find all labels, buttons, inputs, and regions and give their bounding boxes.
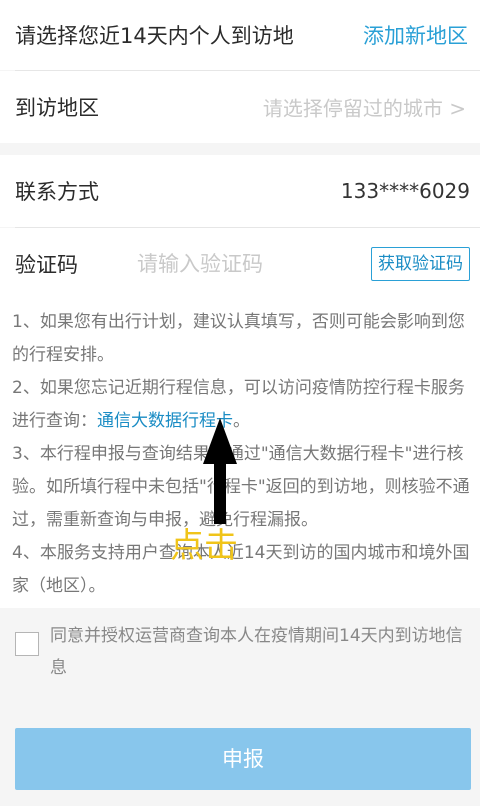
click-annotation-label: 点击 bbox=[170, 526, 238, 566]
consent-text: 同意并授权运营商查询本人在疫情期间14天内到访地信息 bbox=[50, 626, 463, 678]
get-code-button[interactable]: 获取验证码 bbox=[371, 247, 470, 281]
consent-checkbox[interactable] bbox=[15, 632, 39, 656]
consent-section: 同意并授权运营商查询本人在疫情期间14天内到访地信息 bbox=[0, 608, 480, 718]
visit-prompt-row: 请选择您近14天内个人到访地 添加新地区 bbox=[0, 0, 480, 70]
note-2: 2、如果您忘记近期行程信息，可以访问疫情防控行程卡服务进行查询：通信大数据行程卡… bbox=[12, 372, 470, 438]
contact-row: 联系方式 133****6029 bbox=[0, 155, 480, 227]
add-new-area-button[interactable]: 添加新地区 bbox=[363, 20, 468, 50]
contact-label: 联系方式 bbox=[15, 180, 99, 204]
note-4: 4、本服务支持用户查询本人近14天到访的国内城市和境外国家（地区）。 bbox=[12, 543, 470, 596]
note-3: 3、本行程申报与查询结果，通过"通信大数据行程卡"进行核验。如所填行程中未包括"… bbox=[12, 444, 470, 530]
visit-area-row[interactable]: 到访地区 请选择停留过的城市 > bbox=[0, 71, 480, 143]
note-2-suffix: 。 bbox=[233, 411, 250, 431]
notes-panel: 1、如果您有出行计划，建议认真填写，否则可能会影响到您的行程安排。 2、如果您忘… bbox=[0, 300, 480, 608]
city-selector[interactable]: 请选择停留过的城市 > bbox=[263, 93, 466, 122]
itinerary-card-link[interactable]: 通信大数据行程卡 bbox=[97, 411, 233, 431]
visit-prompt-text: 请选择您近14天内个人到访地 bbox=[15, 24, 294, 48]
notes-text: 1、如果您有出行计划，建议认真填写，否则可能会影响到您的行程安排。 2、如果您忘… bbox=[12, 306, 470, 603]
verify-code-row: 验证码 获取验证码 bbox=[0, 228, 480, 300]
verify-code-label: 验证码 bbox=[15, 253, 78, 277]
submit-button[interactable]: 申报 bbox=[15, 728, 471, 790]
verify-code-input[interactable] bbox=[135, 251, 339, 277]
phone-number: 133****6029 bbox=[340, 179, 470, 203]
visit-area-label: 到访地区 bbox=[15, 96, 99, 120]
note-1: 1、如果您有出行计划，建议认真填写，否则可能会影响到您的行程安排。 bbox=[12, 312, 465, 365]
